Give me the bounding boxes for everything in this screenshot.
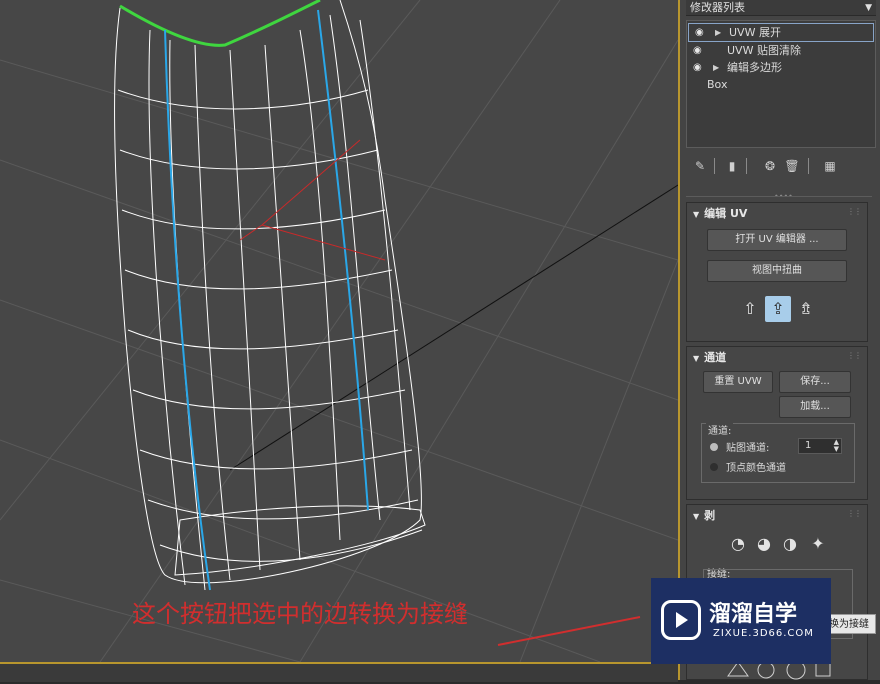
viewport-perspective[interactable] bbox=[0, 0, 678, 662]
toolbar-divider bbox=[808, 158, 809, 174]
remove-modifier-icon[interactable]: 🗑 bbox=[784, 158, 800, 174]
stack-item-label: 编辑多边形 bbox=[727, 61, 782, 74]
eye-icon[interactable]: ◉ bbox=[693, 42, 707, 59]
vertex-color-radio[interactable] bbox=[710, 463, 718, 471]
stack-item-label: UVW 贴图清除 bbox=[727, 44, 801, 57]
annotation-text: 这个按钮把选中的边转换为接缝 bbox=[132, 600, 468, 628]
viewport-grid bbox=[0, 0, 678, 662]
chevron-down-icon: ▼ bbox=[865, 3, 872, 13]
stack-item-edit-poly[interactable]: ◉ ▶ 编辑多边形 bbox=[687, 59, 875, 76]
modifier-list-dropdown[interactable]: 修改器列表 ▼ bbox=[686, 0, 876, 16]
open-uv-editor-button[interactable]: 打开 UV 编辑器 ... bbox=[707, 229, 847, 251]
watermark-logo-icon bbox=[661, 600, 701, 640]
configure-sets-icon[interactable]: ▦ bbox=[822, 158, 838, 174]
expand-triangle-icon[interactable]: ▶ bbox=[715, 24, 721, 41]
rollout-grip-icon[interactable]: ⋮⋮ bbox=[847, 207, 862, 216]
stack-item-uvw-clear[interactable]: ◉ UVW 贴图清除 bbox=[687, 42, 875, 59]
seam-right bbox=[317, 9, 369, 511]
panel-divider bbox=[686, 196, 872, 197]
toolbar-divider bbox=[714, 158, 715, 174]
axis-line bbox=[229, 184, 678, 471]
eye-icon[interactable]: ◉ bbox=[693, 59, 707, 76]
quick-peel-icon[interactable]: ⇪ bbox=[765, 296, 791, 322]
planar-icon bbox=[727, 661, 749, 677]
rollout-title: 通道 bbox=[704, 351, 727, 364]
rollout-grip-icon[interactable]: ⋮⋮ bbox=[847, 351, 862, 360]
stack-item-label: UVW 展开 bbox=[729, 26, 781, 39]
map-channel-label: 贴图通道: bbox=[726, 443, 770, 454]
reset-uvw-button[interactable]: 重置 UVW bbox=[703, 371, 773, 393]
map-channel-value: 1 bbox=[805, 440, 812, 451]
spinner-arrows-icon[interactable]: ▲ ▼ bbox=[834, 439, 839, 453]
vertex-color-label: 顶点颜色通道 bbox=[726, 463, 786, 474]
modifier-list-label: 修改器列表 bbox=[690, 1, 745, 14]
channel-rollout-header[interactable]: ▼ 通道 bbox=[693, 349, 726, 365]
save-button[interactable]: 保存... bbox=[779, 371, 851, 393]
edge-to-seam-icon[interactable]: ◔ bbox=[725, 531, 751, 557]
point-to-point-seam-icon[interactable]: ◕ bbox=[751, 531, 777, 557]
rollout-title: 编辑 UV bbox=[704, 207, 748, 220]
toolbar-divider bbox=[746, 158, 747, 174]
channel-group-label: 通道: bbox=[706, 422, 734, 437]
channel-rollout: ▼ 通道 ⋮⋮ 重置 UVW 保存... 加载... 通道: 贴图通道: 1 ▲ ▼… bbox=[686, 346, 868, 500]
expand-seams-icon[interactable]: ✦ bbox=[805, 531, 831, 557]
map-channel-radio[interactable] bbox=[710, 443, 718, 451]
stack-toolbar: ✎ ▮ ❂ 🗑 ▦ bbox=[686, 156, 876, 176]
edit-uv-rollout-header[interactable]: ▼ 编辑 UV bbox=[693, 205, 747, 221]
loop-to-seam-icon[interactable]: ◑ bbox=[777, 531, 803, 557]
tooltip: 换为接缝 bbox=[826, 614, 876, 634]
make-unique-icon[interactable]: ❂ bbox=[762, 158, 778, 174]
seam-left bbox=[164, 29, 211, 591]
mesh-outline bbox=[114, 0, 426, 591]
watermark-title: 溜溜自学 bbox=[709, 602, 798, 627]
gizmo-lines bbox=[239, 139, 386, 261]
cylinder-icon bbox=[757, 661, 775, 679]
box-icon bbox=[815, 661, 831, 677]
wireframe-model bbox=[0, 0, 678, 662]
watermark: 溜溜自学 ZIXUE.3D66.COM bbox=[651, 578, 831, 664]
stack-item-box[interactable]: Box bbox=[687, 76, 875, 93]
channel-group: 通道: 贴图通道: 1 ▲ ▼ 顶点颜色通道 bbox=[701, 422, 855, 483]
eye-icon[interactable]: ◉ bbox=[695, 24, 709, 41]
edit-uv-rollout: ▼ 编辑 UV ⋮⋮ 打开 UV 编辑器 ... 视图中扭曲 ⇧ ⇪ ⇯ bbox=[686, 202, 868, 342]
pin-icon[interactable]: ✎ bbox=[692, 158, 708, 174]
load-button[interactable]: 加载... bbox=[779, 396, 851, 418]
peel-mode-icon[interactable]: ⇧ bbox=[737, 296, 763, 322]
stack-item-label: Box bbox=[707, 78, 728, 91]
tweak-in-view-button[interactable]: 视图中扭曲 bbox=[707, 260, 847, 282]
map-channel-spinner[interactable]: 1 ▲ ▼ bbox=[798, 438, 842, 454]
expand-triangle-icon[interactable]: ▶ bbox=[713, 59, 719, 76]
peel-rollout-header[interactable]: ▼ 剥 bbox=[693, 507, 715, 523]
rollout-grip-icon[interactable]: ⋮⋮ bbox=[847, 509, 862, 518]
viewport-bottom-bar bbox=[0, 662, 678, 682]
modifier-stack: ◉ ▶ UVW 展开 ◉ UVW 贴图清除 ◉ ▶ 编辑多边形 Box bbox=[686, 20, 876, 148]
pelt-icon[interactable]: ⇯ bbox=[793, 296, 819, 322]
annotation-arrow bbox=[497, 616, 641, 646]
rollout-title: 剥 bbox=[704, 509, 716, 522]
stack-item-uvw-unwrap[interactable]: ◉ ▶ UVW 展开 bbox=[688, 23, 874, 42]
show-end-result-icon[interactable]: ▮ bbox=[724, 158, 740, 174]
play-icon bbox=[676, 612, 688, 628]
watermark-subtitle: ZIXUE.3D66.COM bbox=[713, 628, 814, 639]
